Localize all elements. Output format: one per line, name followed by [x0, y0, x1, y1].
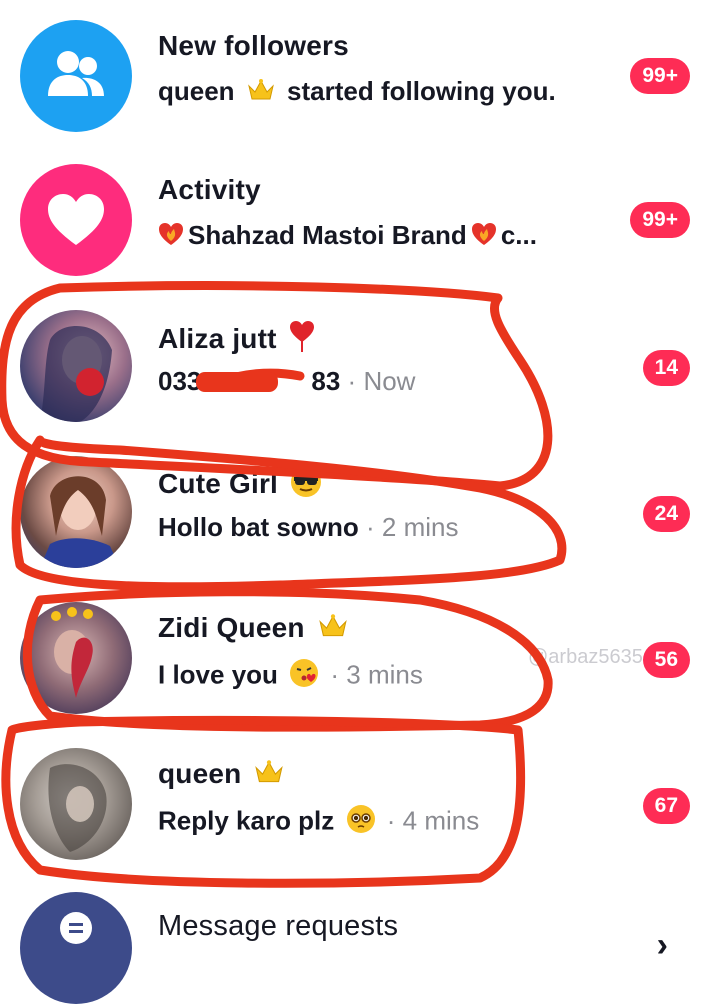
- row-preview: Hollo bat sowno · 2 mins: [158, 512, 459, 542]
- row-title: Aliza jutt: [158, 320, 319, 361]
- chat-row-aliza-jutt[interactable]: Aliza jutt 033 83 · Now 14: [0, 306, 720, 446]
- activity-row[interactable]: Activity Shahzad Mastoi Brand c... 99+: [0, 160, 720, 300]
- pleading-face-icon: [346, 804, 376, 841]
- kiss-emoji-icon: [289, 658, 319, 695]
- crown-icon: [253, 759, 285, 792]
- unread-badge: 67: [642, 788, 690, 824]
- heart-icon: [48, 194, 104, 245]
- avatar: [20, 310, 132, 422]
- unread-badge: 56: [642, 642, 690, 678]
- row-title: Zidi Queen: [158, 612, 353, 646]
- people-icon: [48, 51, 104, 96]
- pin-heart-icon: [289, 320, 315, 361]
- chat-bubble-icon: [60, 912, 92, 944]
- unread-badge: 99+: [630, 58, 690, 94]
- burning-heart-icon: [471, 221, 497, 254]
- new-followers-avatar: [20, 20, 132, 132]
- row-title: Activity: [158, 174, 261, 205]
- crown-icon: [317, 613, 349, 646]
- chevron-right-icon[interactable]: ›: [657, 926, 668, 965]
- unread-badge: 14: [642, 350, 690, 386]
- row-preview: I love you · 3 mins: [158, 658, 423, 695]
- avatar: [20, 748, 132, 860]
- avatar: [20, 602, 132, 714]
- chat-row-cute-girl[interactable]: Cute Girl Hollo bat sowno · 2 mins 24: [0, 452, 720, 592]
- row-preview: queen started following you.: [158, 76, 556, 109]
- row-preview: 033 83 · Now: [158, 366, 416, 396]
- watermark: @arbaz5635: [528, 646, 643, 668]
- new-followers-row[interactable]: New followers queen started following yo…: [0, 16, 720, 156]
- message-requests-row[interactable]: Message requests: [0, 888, 720, 1004]
- unread-badge: 24: [642, 496, 690, 532]
- message-requests-label: Message requests: [158, 910, 399, 942]
- burning-heart-icon: [158, 221, 184, 254]
- row-title: queen: [158, 758, 289, 792]
- unread-badge: 99+: [630, 202, 690, 238]
- avatar: [20, 456, 132, 568]
- row-preview: Reply karo plz · 4 mins: [158, 804, 479, 841]
- row-preview: Shahzad Mastoi Brand c...: [158, 220, 537, 254]
- activity-avatar: [20, 164, 132, 276]
- row-title: Cute Girl: [158, 466, 326, 505]
- message-requests-avatar: [20, 892, 132, 1004]
- chat-row-queen[interactable]: queen Reply karo plz · 4 mins 67: [0, 744, 720, 884]
- row-title: New followers: [158, 30, 349, 61]
- crown-icon: [246, 78, 276, 109]
- sunglasses-emoji-icon: [290, 466, 322, 505]
